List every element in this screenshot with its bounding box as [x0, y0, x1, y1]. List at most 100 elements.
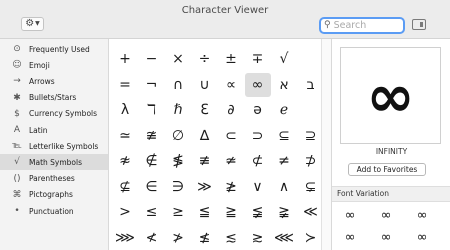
- character-cell[interactable]: ∋: [165, 175, 191, 199]
- character-cell[interactable]: ≳: [245, 226, 271, 250]
- sidebar-item-label: Parentheses: [29, 174, 75, 184]
- character-cell[interactable]: >: [112, 200, 138, 224]
- character-cell[interactable]: ⊈: [112, 175, 138, 199]
- character-cell[interactable]: ≇: [139, 124, 165, 148]
- character-cell[interactable]: ±: [218, 47, 244, 71]
- sidebar-item-latin[interactable]: A Latin: [0, 122, 108, 138]
- character-cell[interactable]: =: [112, 73, 138, 97]
- character-cell[interactable]: א: [271, 73, 297, 97]
- font-variation-item[interactable]: ∞: [407, 228, 437, 246]
- character-cell[interactable]: ə: [245, 98, 271, 122]
- character-cell[interactable]: ∞: [244, 72, 271, 97]
- character-cell[interactable]: +: [112, 47, 138, 71]
- character-cell[interactable]: ⊊: [298, 175, 324, 199]
- character-cell[interactable]: ℏ: [165, 98, 191, 122]
- character-cell[interactable]: ב: [298, 73, 324, 97]
- category-sidebar: ⊙ Frequently Used ☺ Emoji → Arrows ✱ Bullets/St…: [0, 39, 109, 250]
- sidebar-item-frequently-used[interactable]: ⊙ Frequently Used: [0, 41, 108, 57]
- sidebar-item-punctuation[interactable]: • Punctuation: [0, 203, 108, 219]
- character-cell[interactable]: ∓: [245, 47, 271, 71]
- character-cell[interactable]: ≲: [218, 226, 244, 250]
- character-cell[interactable]: ⊅: [298, 149, 324, 173]
- font-variation-item[interactable]: ∞: [371, 206, 401, 224]
- character-cell[interactable]: ≻: [298, 226, 324, 250]
- character-cell[interactable]: ∆: [192, 124, 218, 148]
- sidebar-item-pictographs[interactable]: ⌘ Pictographs: [0, 187, 108, 203]
- character-cell[interactable]: ℇ: [192, 98, 218, 122]
- font-variation-item[interactable]: ∞: [371, 228, 401, 246]
- sidebar-item-letterlike-symbols[interactable]: ℡ Letterlike Symbols: [0, 138, 108, 154]
- character-cell[interactable]: ⊂: [218, 124, 244, 148]
- toolbar: Character Viewer ⚙ ▼ ⚲: [0, 0, 450, 39]
- search-icon: ⚲: [324, 20, 331, 30]
- character-cell[interactable]: ∧: [271, 175, 297, 199]
- search-input[interactable]: [333, 20, 394, 31]
- character-cell[interactable]: ≠: [271, 149, 297, 173]
- glyph-preview: ∞: [340, 47, 441, 144]
- character-cell[interactable]: ∂: [218, 98, 244, 122]
- character-cell[interactable]: ≰: [192, 226, 218, 250]
- character-cell[interactable]: ∨: [245, 175, 271, 199]
- character-cell[interactable]: ≄: [218, 149, 244, 173]
- character-cell[interactable]: ≮: [139, 226, 165, 250]
- character-cell[interactable]: ℸ: [139, 98, 165, 122]
- sidebar-item-label: Latin: [29, 125, 48, 135]
- character-cell[interactable]: ×: [165, 47, 191, 71]
- character-cell[interactable]: ⋘: [271, 226, 297, 250]
- character-cell[interactable]: ∉: [139, 149, 165, 173]
- search-field[interactable]: ⚲: [319, 17, 405, 34]
- action-menu-button[interactable]: ⚙ ▼: [21, 17, 44, 31]
- font-variation-item[interactable]: ∞: [335, 228, 365, 246]
- character-cell[interactable]: ⊇: [298, 124, 324, 148]
- character-cell[interactable]: √: [271, 47, 297, 71]
- character-cell[interactable]: ≉: [112, 149, 138, 173]
- sidebar-item-label: Arrows: [29, 76, 55, 86]
- character-cell[interactable]: ⊃: [245, 124, 271, 148]
- character-cell[interactable]: ≧: [218, 200, 244, 224]
- character-cell[interactable]: ≸: [165, 149, 191, 173]
- character-cell[interactable]: ∝: [218, 73, 244, 97]
- character-cell[interactable]: ÷: [192, 47, 218, 71]
- character-cell[interactable]: ≱: [218, 175, 244, 199]
- character-cell[interactable]: ≤: [139, 200, 165, 224]
- character-cell[interactable]: ≦: [192, 200, 218, 224]
- sidebar-item-arrows[interactable]: → Arrows: [0, 73, 108, 89]
- character-cell[interactable]: ≯: [165, 226, 191, 250]
- character-cell[interactable]: ≢: [192, 149, 218, 173]
- character-cell[interactable]: ≃: [112, 124, 138, 148]
- character-cell[interactable]: ≩: [271, 200, 297, 224]
- character-cell[interactable]: ≫: [192, 175, 218, 199]
- character-cell[interactable]: ¬: [139, 73, 165, 97]
- sidebar-item-math-symbols[interactable]: √ Math Symbols: [0, 154, 108, 171]
- chevron-down-icon: ▼: [35, 20, 40, 27]
- character-cell[interactable]: ⊆: [271, 124, 297, 148]
- character-cell[interactable]: λ: [112, 98, 138, 122]
- sidebar-item-currency-symbols[interactable]: $ Currency Symbols: [0, 106, 108, 122]
- font-variation-item[interactable]: ∞: [335, 206, 365, 224]
- currency-icon: $: [14, 108, 20, 119]
- character-cell[interactable]: ≪: [298, 200, 324, 224]
- character-cell[interactable]: ∈: [139, 175, 165, 199]
- character-cell[interactable]: ∅: [165, 124, 191, 148]
- sidebar-item-parentheses[interactable]: () Parentheses: [0, 171, 108, 187]
- add-to-favorites-button[interactable]: Add to Favorites: [348, 163, 426, 176]
- character-cell[interactable]: ≨: [245, 200, 271, 224]
- character-cell[interactable]: ≥: [165, 200, 191, 224]
- emoji-icon: ☺: [12, 60, 22, 71]
- sidebar-item-label: Letterlike Symbols: [29, 141, 99, 151]
- detail-panel: ∞ INFINITY Add to Favorites Font Variati…: [331, 39, 450, 250]
- character-cell[interactable]: ℯ: [271, 98, 297, 122]
- character-cell[interactable]: −: [139, 47, 165, 71]
- letterlike-icon: ℡: [12, 141, 22, 152]
- grid-scrollbar[interactable]: [322, 39, 331, 250]
- sidebar-item-emoji[interactable]: ☺ Emoji: [0, 57, 108, 73]
- sidebar-toggle-icon[interactable]: [412, 19, 426, 30]
- bullets-icon: ✱: [13, 92, 21, 103]
- character-name: INFINITY: [375, 147, 408, 156]
- character-cell[interactable]: ⊄: [245, 149, 271, 173]
- character-cell[interactable]: ⋙: [112, 226, 138, 250]
- character-cell[interactable]: ∪: [192, 73, 218, 97]
- font-variation-item[interactable]: ∞: [407, 206, 437, 224]
- character-cell[interactable]: ∩: [165, 73, 191, 97]
- sidebar-item-bullets-stars[interactable]: ✱ Bullets/Stars: [0, 90, 108, 106]
